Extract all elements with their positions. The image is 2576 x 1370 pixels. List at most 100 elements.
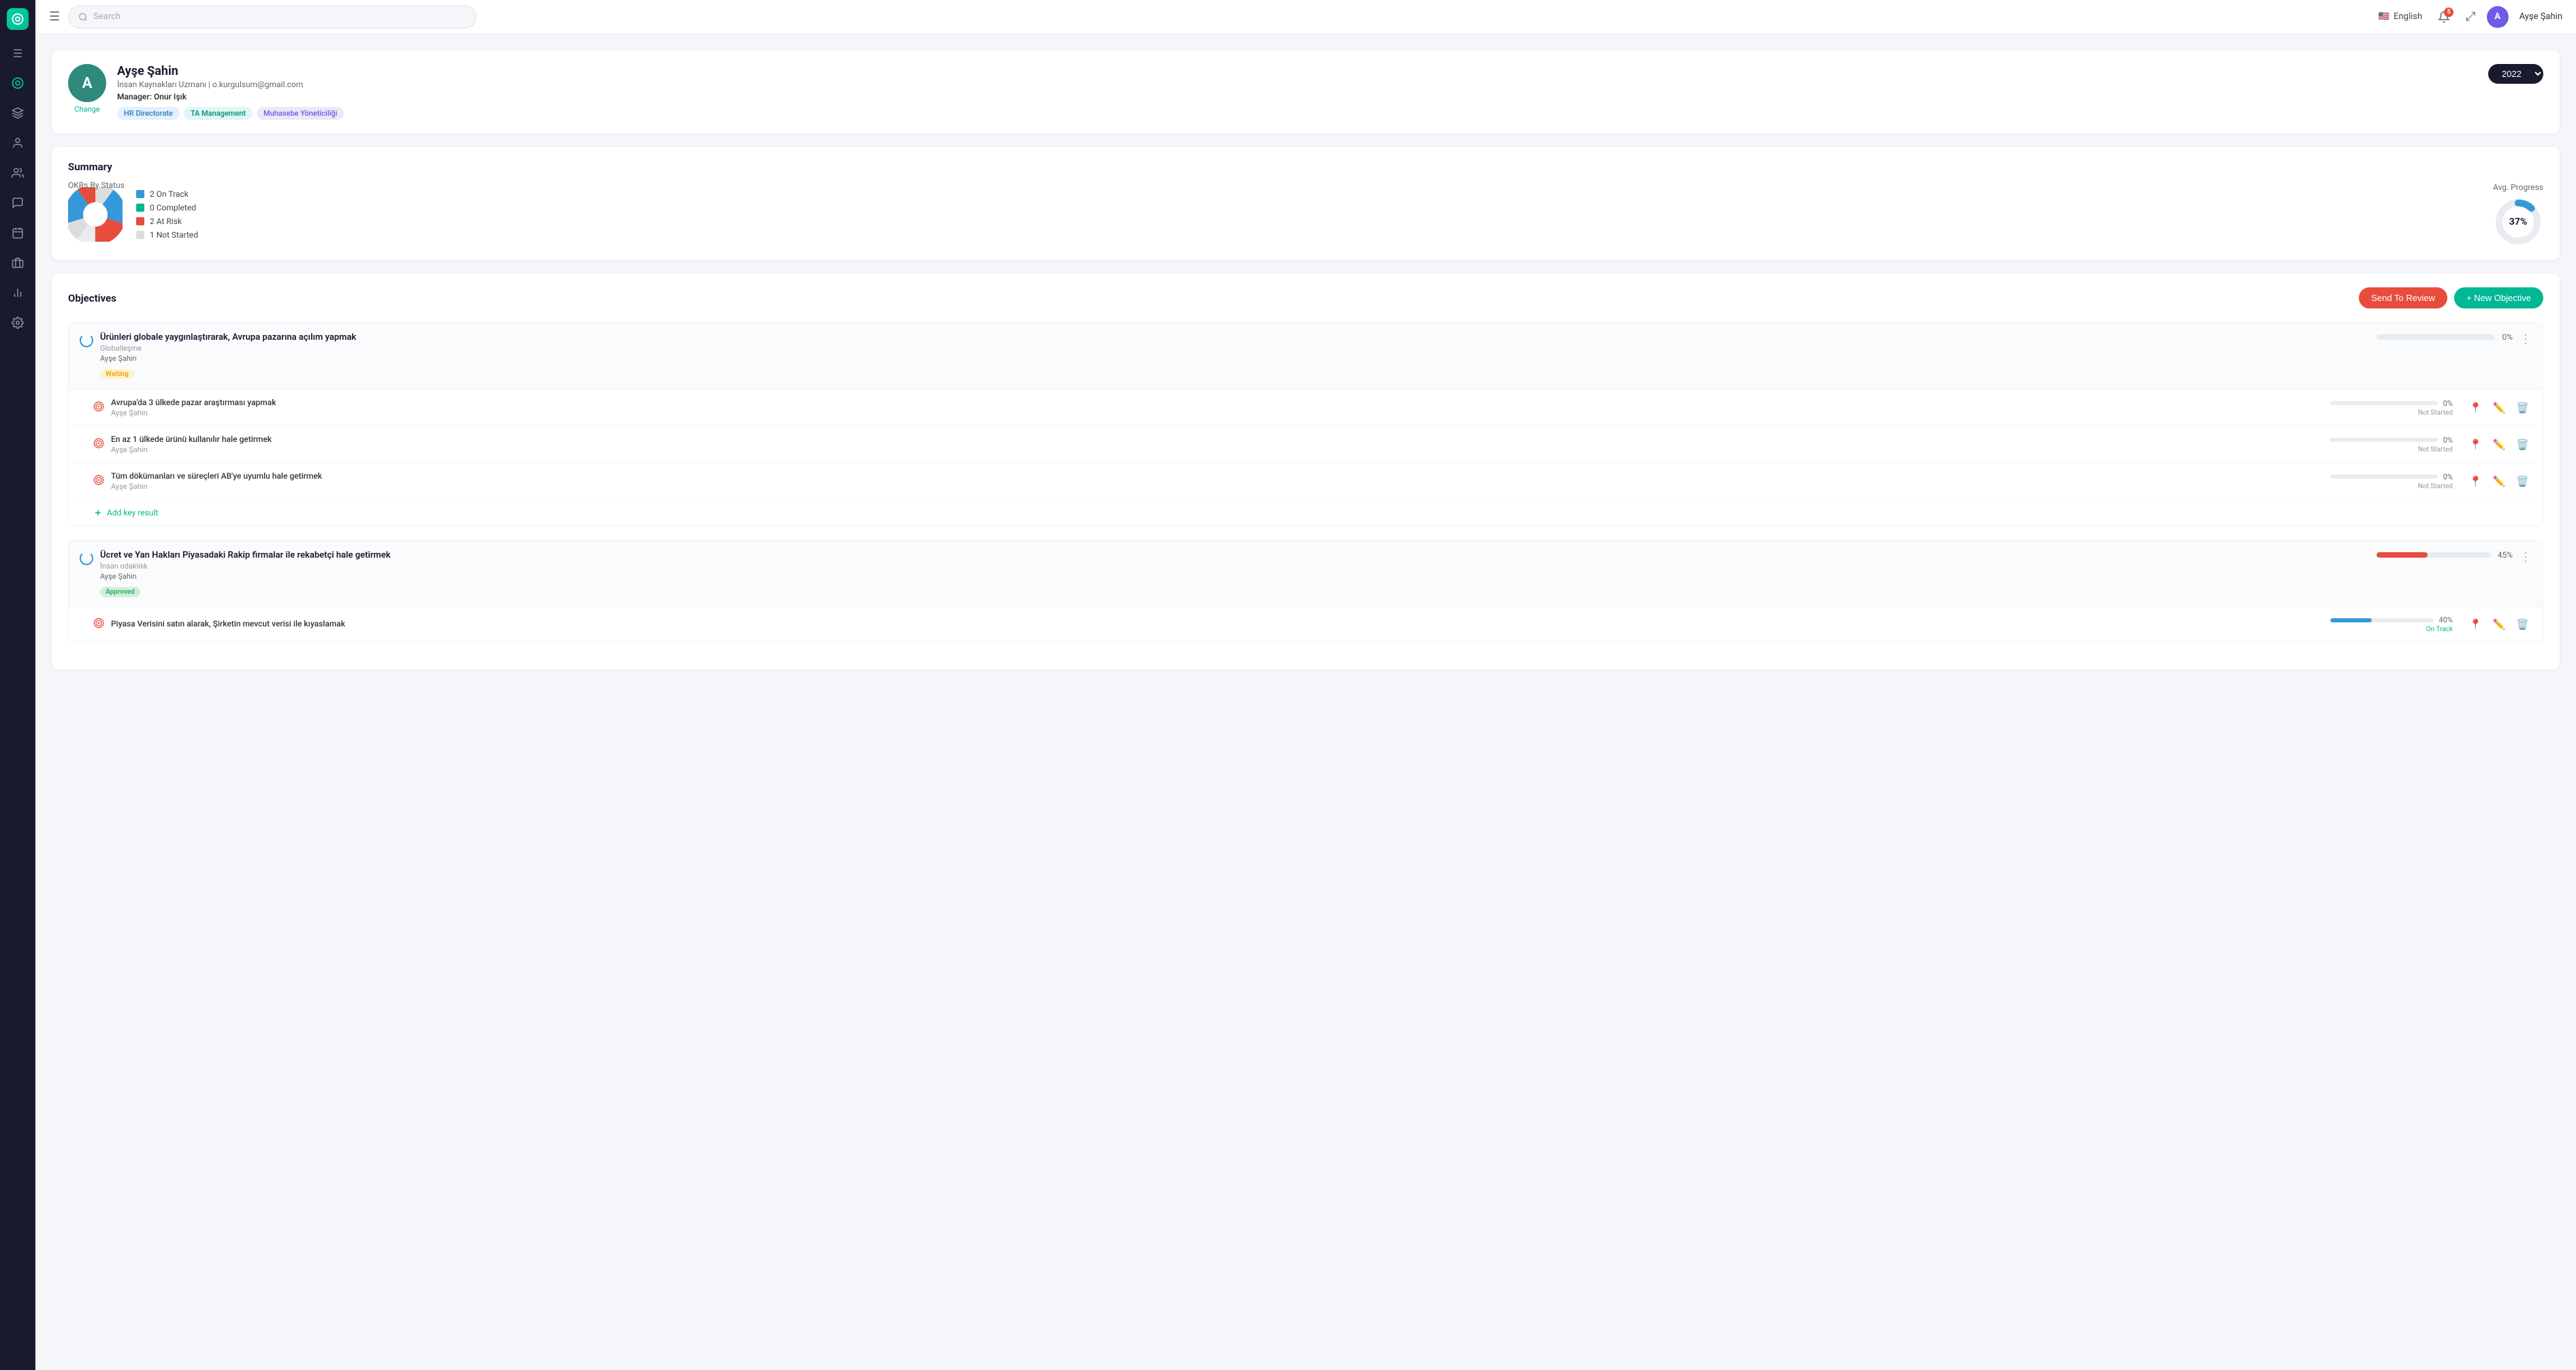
kr-bar-3 [2330,475,2438,479]
change-avatar-link[interactable]: Change [74,105,99,114]
kr-title-3: Tüm dökümanları ve süreçleri AB'ye uyuml… [111,471,2330,481]
kr-title-1: Avrupa'da 3 ülkede pazar araştırması yap… [111,398,2330,407]
sidebar-home-icon[interactable] [5,71,30,95]
legend-on-track-label: 2 On Track [150,189,189,199]
notification-button[interactable]: 5 [2433,6,2455,28]
kr-pin-btn-4[interactable]: 📍 [2466,616,2485,633]
legend-not-started: 1 Not Started [136,230,198,240]
sidebar-work-icon[interactable] [5,251,30,275]
kr-progress-wrap-2: 0% Not Started [2330,436,2453,453]
year-selector[interactable]: 2022 2023 2021 [2488,64,2543,84]
kr-edit-btn-3[interactable]: ✏️ [2490,473,2509,490]
language-label: English [2394,12,2422,22]
kr-bar-fill-4 [2330,618,2372,622]
kr-title-4: Piyasa Verisini satın alarak, Şirketin m… [111,619,2330,628]
profile-title: İnsan Kaynakları Uzmanı | o.kurgulsum@gm… [117,80,2477,89]
kr-pin-btn-3[interactable]: 📍 [2466,473,2485,490]
legend-dot-at-risk [136,217,144,225]
kr-bar-row-4: 40% [2330,616,2453,624]
kr-progress-wrap-4: 40% On Track [2330,616,2453,633]
notif-count: 5 [2444,7,2453,17]
user-avatar[interactable]: A [2487,6,2509,28]
sidebar-menu-icon[interactable]: ☰ [5,41,30,65]
kr-status-3: Not Started [2418,483,2453,490]
sidebar-team-icon[interactable] [5,161,30,185]
objective-title-1[interactable]: Ürünleri globale yaygınlaştırarak, Avrup… [100,332,2377,342]
objective-info-1: Ürünleri globale yaygınlaştırarak, Avrup… [100,332,2377,379]
kr-actions-1: 📍 ✏️ 🗑️ [2466,399,2532,417]
profile-avatar-wrap: A Change [68,64,106,114]
kr-actions-2: 📍 ✏️ 🗑️ [2466,436,2532,453]
add-kr-label-1: Add key result [107,508,158,517]
manager-label: Manager: [117,92,152,101]
objective-category-1: Globalleşme [100,344,2377,353]
sidebar-chat-icon[interactable] [5,191,30,215]
tag-hr: HR Directorate [117,107,180,120]
kr-delete-btn-3[interactable]: 🗑️ [2513,473,2532,490]
search-icon [78,12,88,22]
search-bar[interactable]: Search [68,5,477,29]
objective-group-2: Ücret ve Yan Hakları Piyasadaki Rakip fi… [68,540,2543,642]
kr-status-1: Not Started [2418,409,2453,417]
sidebar-reports-icon[interactable] [5,281,30,305]
objective-more-btn-2[interactable]: ⋮ [2519,550,2532,564]
kr-pin-btn-1[interactable]: 📍 [2466,399,2485,417]
objective-spinning-icon-2 [80,552,93,565]
expand-icon[interactable]: ⤢ [2466,10,2475,24]
kr-delete-btn-1[interactable]: 🗑️ [2513,399,2532,417]
kr-edit-btn-2[interactable]: ✏️ [2490,436,2509,453]
kr-bar-row-1: 0% [2330,399,2453,408]
avg-percent-label: 37% [2509,217,2527,227]
kr-edit-btn-1[interactable]: ✏️ [2490,399,2509,417]
objective-owner-2: Ayşe Şahin [100,572,2377,581]
tag-muhasebe: Muhasebe Yöneticiliği [257,107,344,120]
legend-not-started-label: 1 Not Started [150,230,198,240]
objective-category-2: İnsan odaklılık [100,562,2377,571]
key-result-row-2: En az 1 ülkede ürünü kullanılır hale get… [69,426,2543,463]
legend-on-track: 2 On Track [136,189,198,199]
kr-info-3: Tüm dökümanları ve süreçleri AB'ye uyuml… [111,471,2330,491]
kr-bar-2 [2330,438,2438,442]
objective-title-2[interactable]: Ücret ve Yan Hakları Piyasadaki Rakip fi… [100,550,2377,560]
add-kr-row-1[interactable]: Add key result [69,500,2543,526]
kr-owner-1: Ayşe Şahin [111,409,2330,417]
objective-badge-1: Waiting [100,369,134,379]
objective-group-1: Ürünleri globale yaygınlaştırarak, Avrup… [68,322,2543,526]
new-objective-button[interactable]: + New Objective [2454,287,2543,308]
navbar: ☰ Search 🇺🇸 English 5 ⤢ A Ayşe Şahin [35,0,2576,34]
objective-owner-1: Ayşe Şahin [100,354,2377,363]
sidebar-settings-icon[interactable] [5,310,30,335]
objective-progress-2: 45% [2377,550,2513,560]
kr-pin-btn-2[interactable]: 📍 [2466,436,2485,453]
kr-owner-2: Ayşe Şahin [111,445,2330,454]
send-to-review-button[interactable]: Send To Review [2359,287,2447,308]
legend-dot-completed [136,204,144,212]
kr-delete-btn-4[interactable]: 🗑️ [2513,616,2532,633]
kr-owner-3: Ayşe Şahin [111,482,2330,491]
tag-ta: TA Management [184,107,253,120]
sidebar-user-icon[interactable] [5,131,30,155]
sidebar-calendar-icon[interactable] [5,221,30,245]
legend-dot-not-started [136,231,144,239]
profile-card: A Change Ayşe Şahin İnsan Kaynakları Uzm… [52,50,2560,133]
kr-percent-3: 0% [2443,473,2453,481]
menu-toggle-icon[interactable]: ☰ [49,10,60,24]
sidebar-goals-icon[interactable] [5,101,30,125]
kr-edit-btn-4[interactable]: ✏️ [2490,616,2509,633]
key-result-row-4: Piyasa Verisini satın alarak, Şirketin m… [69,607,2543,641]
objective-more-btn-1[interactable]: ⋮ [2519,332,2532,347]
kr-delete-btn-2[interactable]: 🗑️ [2513,436,2532,453]
okrs-by-status-label: OKRs By Status [68,180,125,190]
summary-content: OKRs By Status [68,182,2543,246]
summary-title: Summary [68,161,2543,173]
language-selector[interactable]: 🇺🇸 English [2379,12,2422,22]
user-name-label[interactable]: Ayşe Şahin [2519,12,2562,22]
legend-at-risk: 2 At Risk [136,217,198,226]
main-wrapper: ☰ Search 🇺🇸 English 5 ⤢ A Ayşe Şahin [35,0,2576,1370]
profile-avatar: A [68,64,106,102]
app-logo[interactable] [7,8,29,30]
avg-progress-label: Avg. Progress [2493,182,2543,192]
add-kr-icon-1 [93,508,103,517]
legend-at-risk-label: 2 At Risk [150,217,182,226]
pie-chart [68,187,123,242]
